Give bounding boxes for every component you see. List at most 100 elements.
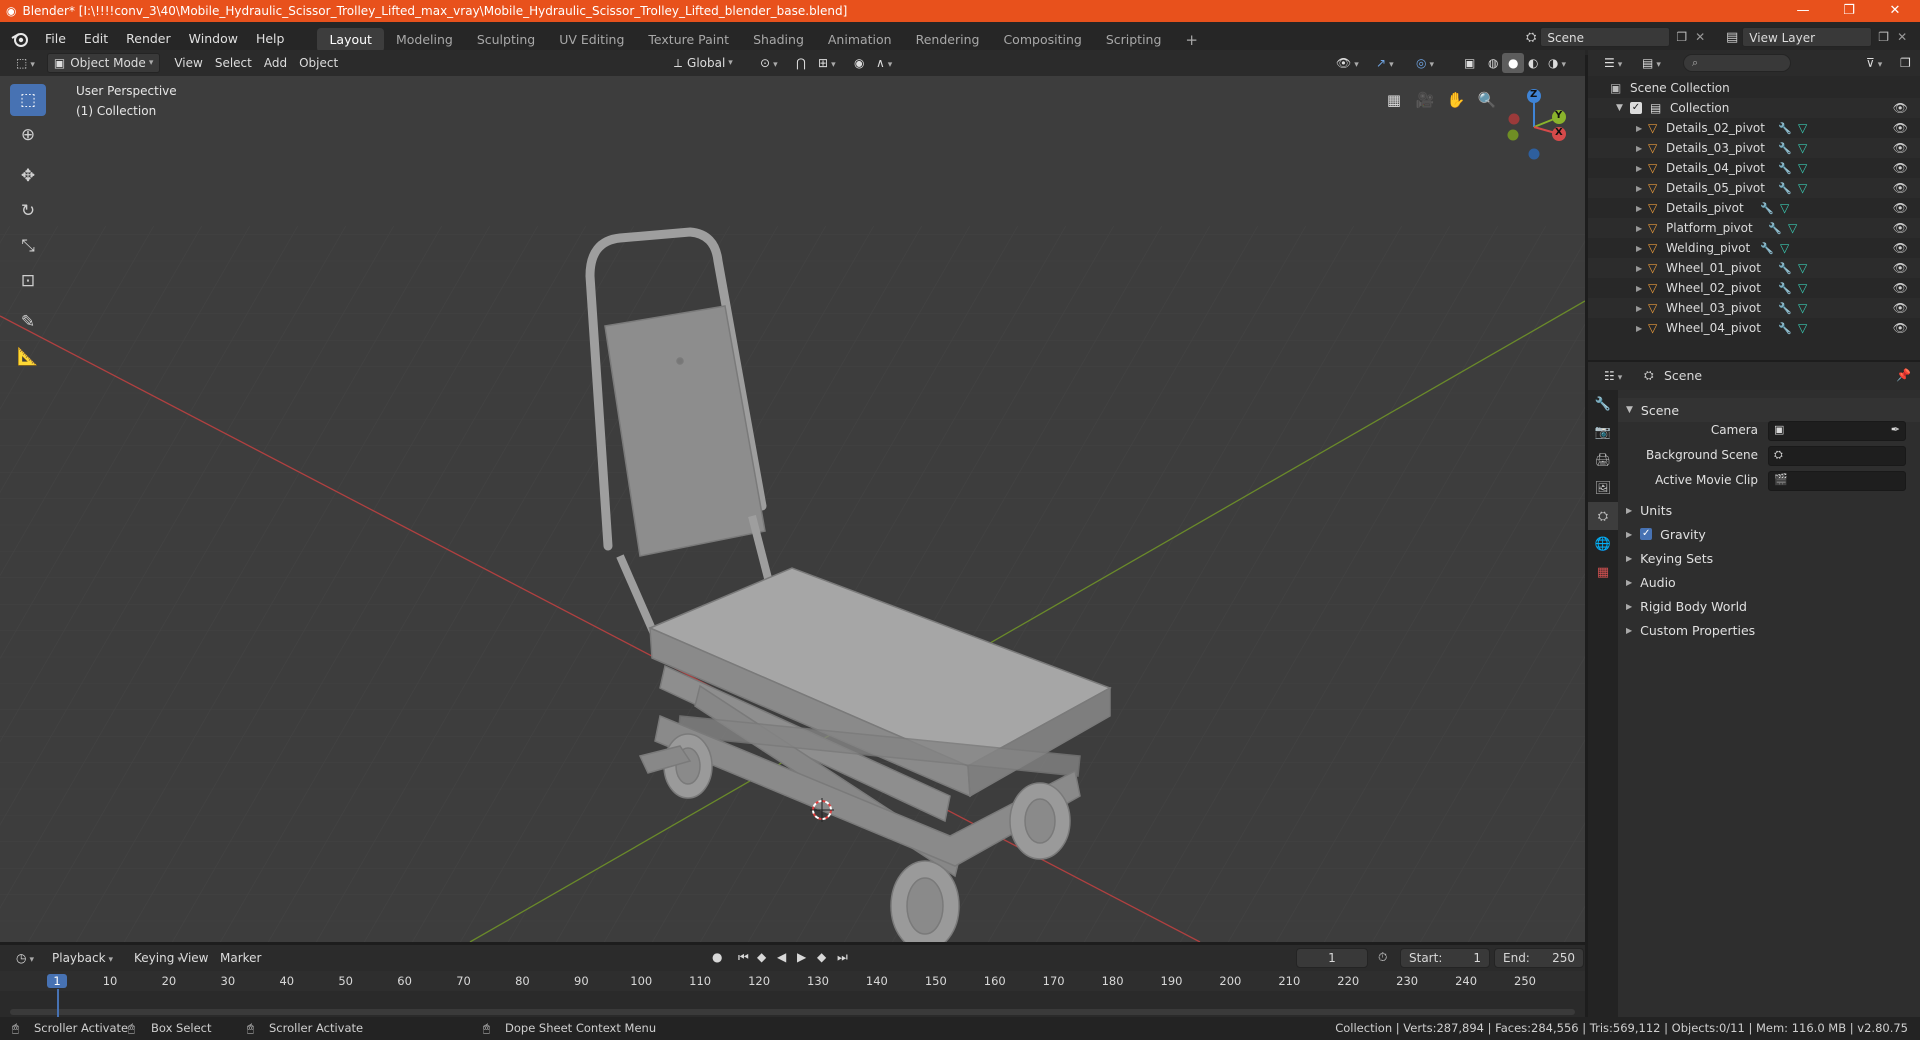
outliner-row-object[interactable]: ▶ ▽ Details_05_pivot 🔧 ▽ 👁 <box>1588 178 1920 198</box>
modifier-wrench-icon[interactable]: 🔧 <box>1778 142 1792 155</box>
remove-scene-icon[interactable]: ✕ <box>1695 30 1705 44</box>
mesh-data-icon[interactable]: ▽ <box>1780 201 1789 215</box>
camera-field[interactable]: ▣ ✒ <box>1768 421 1906 441</box>
navigation-gizmo[interactable]: Z Y X <box>1484 82 1584 172</box>
modifier-wrench-icon[interactable]: 🔧 <box>1768 222 1782 235</box>
editor-type-icon[interactable]: ⬚ ▾ <box>10 53 41 73</box>
output-tab-icon[interactable]: 🖨 <box>1588 446 1618 474</box>
viewport-menu-view[interactable]: View <box>168 53 208 73</box>
expand-arrow-icon[interactable]: ▶ <box>1636 304 1642 313</box>
eyedropper-icon[interactable]: ✒ <box>1891 423 1900 436</box>
transform-tool-icon[interactable]: ⊡ <box>10 265 46 297</box>
property-subsection[interactable]: ▶ Audio <box>1618 570 1920 594</box>
grid-view-icon[interactable]: ▦ <box>1380 86 1408 114</box>
rendered-shading-icon[interactable]: ◑ ▾ <box>1542 53 1572 73</box>
render-tab-icon[interactable]: 📷 <box>1588 418 1618 446</box>
start-frame-field[interactable]: Start: 1 <box>1400 948 1490 968</box>
visibility-eye-icon[interactable]: 👁 <box>1893 281 1908 295</box>
collection-checkbox[interactable]: ✓ <box>1630 102 1642 114</box>
viewport-menu-add[interactable]: Add <box>258 53 293 73</box>
scale-tool-icon[interactable]: ⤡ <box>10 230 46 262</box>
scene-section-header[interactable]: ▼ Scene <box>1618 398 1920 422</box>
overlay-toggle-icon[interactable]: ◎ ▾ <box>1410 53 1440 73</box>
add-workspace-button[interactable]: + <box>1173 28 1210 52</box>
tab-animation[interactable]: Animation <box>816 28 904 52</box>
visibility-eye-icon[interactable]: 👁 <box>1893 261 1908 275</box>
visibility-eye-icon[interactable]: 👁 <box>1893 301 1908 315</box>
display-mode-icon[interactable]: ▤ ▾ <box>1636 53 1667 73</box>
viewport-menu-select[interactable]: Select <box>209 53 258 73</box>
outliner-row-object[interactable]: ▶ ▽ Details_pivot 🔧 ▽ 👁 <box>1588 198 1920 218</box>
object-mode-dropdown[interactable]: ▣ Object Mode ▾ <box>46 53 161 73</box>
outliner-row-object[interactable]: ▶ ▽ Details_02_pivot 🔧 ▽ 👁 <box>1588 118 1920 138</box>
property-subsection[interactable]: ▶ Keying Sets <box>1618 546 1920 570</box>
outliner-row-object[interactable]: ▶ ▽ Wheel_03_pivot 🔧 ▽ 👁 <box>1588 298 1920 318</box>
modifier-wrench-icon[interactable]: 🔧 <box>1778 282 1792 295</box>
close-button[interactable]: ✕ <box>1872 0 1918 22</box>
property-subsection[interactable]: ▶ Custom Properties <box>1618 618 1920 642</box>
texture-tab-icon[interactable]: ▦ <box>1588 558 1618 586</box>
expand-arrow-icon[interactable]: ▶ <box>1636 124 1642 133</box>
mesh-data-icon[interactable]: ▽ <box>1798 261 1807 275</box>
xray-toggle-icon[interactable]: ▣ <box>1458 53 1481 73</box>
outliner-row-object[interactable]: ▶ ▽ Details_04_pivot 🔧 ▽ 👁 <box>1588 158 1920 178</box>
record-icon[interactable]: ● <box>712 950 722 964</box>
mesh-data-icon[interactable]: ▽ <box>1788 221 1797 235</box>
active-movie-clip-field[interactable]: 🎬 <box>1768 471 1906 491</box>
mesh-data-icon[interactable]: ▽ <box>1798 141 1807 155</box>
outliner-row-object[interactable]: ▶ ▽ Wheel_04_pivot 🔧 ▽ 👁 <box>1588 318 1920 338</box>
tab-compositing[interactable]: Compositing <box>991 28 1093 52</box>
scene-name-field[interactable]: Scene <box>1540 27 1671 47</box>
select-box-tool-icon[interactable]: ⬚ <box>10 84 46 116</box>
modifier-wrench-icon[interactable]: 🔧 <box>1778 182 1792 195</box>
expand-arrow-icon[interactable]: ▶ <box>1636 264 1642 273</box>
visibility-eye-icon[interactable]: 👁 <box>1893 141 1908 155</box>
expand-arrow-icon[interactable]: ▶ <box>1636 184 1642 193</box>
measure-tool-icon[interactable]: 📐 <box>10 341 46 373</box>
view-layer-selector[interactable]: ▤ View Layer ❐ ✕ <box>1726 27 1907 47</box>
visibility-eye-icon[interactable]: 👁 <box>1893 181 1908 195</box>
expand-arrow-icon[interactable]: ▶ <box>1636 144 1642 153</box>
visibility-eye-icon[interactable]: 👁 <box>1893 101 1908 115</box>
jump-start-icon[interactable]: ⏮ <box>738 950 749 965</box>
new-collection-icon[interactable]: ❐ <box>1894 53 1917 73</box>
visibility-eye-icon[interactable]: 👁 <box>1893 221 1908 235</box>
tab-rendering[interactable]: Rendering <box>904 28 992 52</box>
view-layer-tab-icon[interactable]: 🖼 <box>1588 474 1618 502</box>
modifier-wrench-icon[interactable]: 🔧 <box>1778 262 1792 275</box>
maximize-button[interactable]: ❐ <box>1826 0 1872 22</box>
tab-modeling[interactable]: Modeling <box>384 28 465 52</box>
mesh-data-icon[interactable]: ▽ <box>1798 181 1807 195</box>
timeline-editor-type-icon[interactable]: ◷ ▾ <box>10 948 40 968</box>
expand-arrow-icon[interactable]: ▶ <box>1636 164 1642 173</box>
tab-texture-paint[interactable]: Texture Paint <box>636 28 741 52</box>
visibility-icon[interactable]: 👁 ▾ <box>1330 53 1365 73</box>
preview-range-icon[interactable]: ⏱ <box>1378 950 1387 965</box>
mesh-data-icon[interactable]: ▽ <box>1798 281 1807 295</box>
timeline-menu-view[interactable]: View <box>174 948 214 968</box>
playhead-line[interactable] <box>57 989 59 1017</box>
end-frame-field[interactable]: End: 250 <box>1494 948 1584 968</box>
snap-icon[interactable]: ⋂ <box>790 53 812 73</box>
play-reverse-icon[interactable]: ◀ <box>777 950 786 964</box>
scene-tab-icon[interactable]: ⛭ <box>1588 502 1618 530</box>
property-subsection[interactable]: ▶ Units <box>1618 498 1920 522</box>
modifier-wrench-icon[interactable]: 🔧 <box>1778 162 1792 175</box>
outliner-editor-type-icon[interactable]: ☰ ▾ <box>1598 53 1628 73</box>
expand-arrow-icon[interactable]: ▶ <box>1636 224 1642 233</box>
timeline-scrollbar[interactable] <box>10 1009 1575 1015</box>
outliner-row-object[interactable]: ▶ ▽ Wheel_02_pivot 🔧 ▽ 👁 <box>1588 278 1920 298</box>
timeline-menu-marker[interactable]: Marker <box>214 948 267 968</box>
outliner-row-object[interactable]: ▶ ▽ Details_03_pivot 🔧 ▽ 👁 <box>1588 138 1920 158</box>
camera-view-icon[interactable]: 🎥 <box>1411 86 1439 114</box>
move-tool-icon[interactable]: ✥ <box>10 160 46 192</box>
tab-layout[interactable]: Layout <box>317 27 384 52</box>
jump-end-icon[interactable]: ⏭ <box>837 950 848 965</box>
new-scene-icon[interactable]: ❐ <box>1676 30 1687 44</box>
outliner-row-object[interactable]: ▶ ▽ Welding_pivot 🔧 ▽ 👁 <box>1588 238 1920 258</box>
mesh-data-icon[interactable]: ▽ <box>1798 161 1807 175</box>
visibility-eye-icon[interactable]: 👁 <box>1893 161 1908 175</box>
tab-scripting[interactable]: Scripting <box>1094 28 1174 52</box>
transform-orientation-dropdown[interactable]: ⟂ Global ▾ <box>668 53 739 73</box>
modifier-wrench-icon[interactable]: 🔧 <box>1778 302 1792 315</box>
